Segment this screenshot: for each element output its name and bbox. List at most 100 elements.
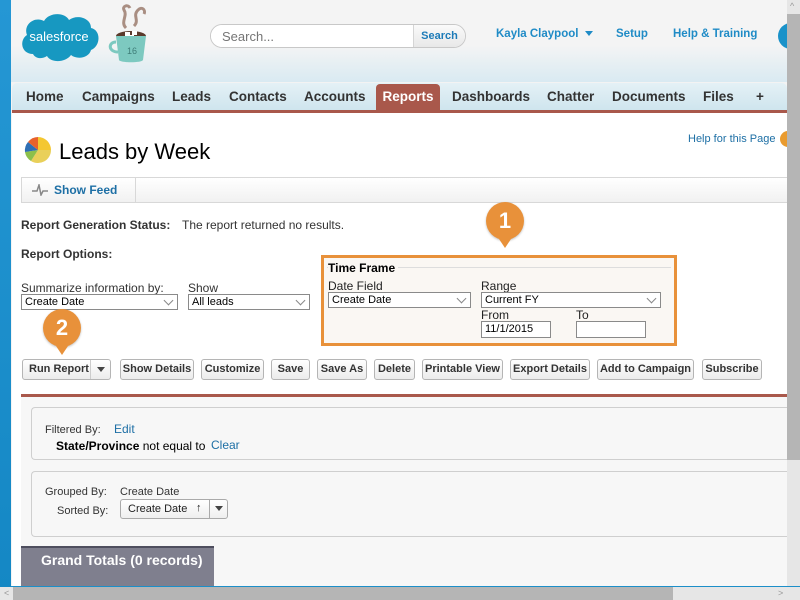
range-label: Range [481,279,517,293]
range-value: Current FY [485,294,539,306]
profile-avatar-icon[interactable] [778,23,787,49]
date-field-label: Date Field [328,279,383,293]
tab-files[interactable]: Files [703,83,734,110]
filtered-by-label: Filtered By: [45,424,101,436]
grouped-by-label: Grouped By: [45,486,107,498]
sort-direction-toggle[interactable] [209,500,228,518]
reports-pie-icon [24,137,52,164]
chevron-down-icon [585,31,594,37]
run-report-menu-toggle[interactable] [90,360,110,379]
callout-badge-2: 2 [43,309,81,347]
tab-leads[interactable]: Leads [172,83,211,110]
logo-text: salesforce [29,29,88,44]
filter-operator: not equal to [142,439,206,453]
search-button[interactable]: Search [413,25,465,47]
to-label: To [576,308,589,322]
setup-link[interactable]: Setup [616,28,648,40]
global-search: Search [210,24,466,48]
global-header: salesforce 16 Search Kayla Claypool Setu… [11,0,787,82]
show-value: All leads [192,296,234,308]
chevron-down-icon [456,293,467,304]
tab-contacts[interactable]: Contacts [229,83,287,110]
summarize-value: Create Date [25,296,85,308]
subscribe-button[interactable]: Subscribe [702,359,762,380]
vertical-scrollbar[interactable]: ^ [787,0,800,586]
filter-criteria: State/Province not equal to [56,439,205,453]
delete-button[interactable]: Delete [374,359,415,380]
save-as-button[interactable]: Save As [317,359,367,380]
vertical-scroll-thumb[interactable] [787,14,800,460]
clear-filter-link[interactable]: Clear [211,438,240,452]
sorted-by-label: Sorted By: [57,505,109,517]
report-options-label: Report Options: [21,247,113,261]
show-details-button[interactable]: Show Details [120,359,194,380]
filter-field: State/Province [56,439,140,453]
grouped-by-value: Create Date [120,486,180,498]
feed-bar: Show Feed [21,177,787,203]
user-name: Kayla Claypool [496,28,579,40]
callout-pointer-1 [499,239,511,248]
app-tab-bar: Home Campaigns Leads Contacts Accounts R… [12,83,787,113]
scroll-left-arrow-icon[interactable]: < [4,588,9,598]
from-label: From [481,308,509,322]
browser-viewport: salesforce 16 Search Kayla Claypool Setu… [11,0,787,586]
tab-campaigns[interactable]: Campaigns [82,83,155,110]
show-feed-button[interactable]: Show Feed [22,178,136,202]
chevron-down-icon [646,293,657,304]
search-input[interactable] [211,25,413,47]
run-report-button[interactable]: Run Report [22,359,111,380]
tab-reports[interactable]: Reports [376,84,440,110]
from-date-input[interactable]: 11/1/2015 [481,321,551,338]
summarize-select[interactable]: Create Date [21,294,178,310]
time-frame-group: Time Frame Date Field Create Date Range … [321,255,677,346]
sort-ascending-icon: ↑ [196,502,202,514]
add-to-campaign-button[interactable]: Add to Campaign [597,359,694,380]
time-frame-legend: Time Frame [328,261,399,275]
run-report-label: Run Report [29,363,89,375]
tab-home[interactable]: Home [26,83,64,110]
save-button[interactable]: Save [271,359,310,380]
grouping-box: Grouped By: Create Date Sorted By: Creat… [31,471,787,537]
release-mug-icon: 16 [108,4,146,63]
caret-down-icon [215,506,223,511]
callout-badge-1: 1 [486,202,524,240]
all-tabs-plus-icon[interactable]: + [756,83,764,110]
salesforce-logo[interactable]: salesforce [19,10,101,64]
status-text: The report returned no results. [182,218,345,232]
window-border [0,0,11,600]
horizontal-scroll-thumb[interactable] [13,587,673,600]
range-select[interactable]: Current FY [481,292,661,308]
tab-accounts[interactable]: Accounts [304,83,366,110]
export-details-button[interactable]: Export Details [510,359,590,380]
tab-chatter[interactable]: Chatter [547,83,594,110]
user-menu[interactable]: Kayla Claypool [496,28,594,40]
help-icon[interactable] [780,131,787,147]
show-select[interactable]: All leads [188,294,310,310]
caret-down-icon [97,367,105,372]
scroll-up-arrow-icon[interactable]: ^ [790,1,794,11]
callout-pointer-2 [56,346,68,355]
report-results-panel: Filtered By: Edit State/Province not equ… [21,394,787,586]
sort-by-value: Create Date [128,503,188,515]
tab-documents[interactable]: Documents [612,83,686,110]
help-for-this-page-link[interactable]: Help for this Page [688,133,775,145]
page-title: Leads by Week [59,139,211,164]
tab-dashboards[interactable]: Dashboards [452,83,530,110]
show-feed-label: Show Feed [54,183,118,197]
release-number: 16 [127,46,137,56]
printable-view-button[interactable]: Printable View [422,359,503,380]
date-field-select[interactable]: Create Date [328,292,471,308]
date-field-value: Create Date [332,294,392,306]
edit-filters-link[interactable]: Edit [114,422,135,436]
help-training-link[interactable]: Help & Training [673,28,757,40]
filters-box: Filtered By: Edit State/Province not equ… [31,407,787,460]
sort-by-select[interactable]: Create Date ↑ [120,499,228,519]
chevron-down-icon [163,295,174,306]
horizontal-scrollbar[interactable]: < > [0,587,800,600]
grand-totals-row: Grand Totals (0 records) [21,546,214,586]
to-date-input[interactable] [576,321,646,338]
scroll-right-arrow-icon[interactable]: > [778,588,783,598]
customize-button[interactable]: Customize [201,359,264,380]
chevron-down-icon [295,295,306,306]
status-label: Report Generation Status: [21,218,171,232]
